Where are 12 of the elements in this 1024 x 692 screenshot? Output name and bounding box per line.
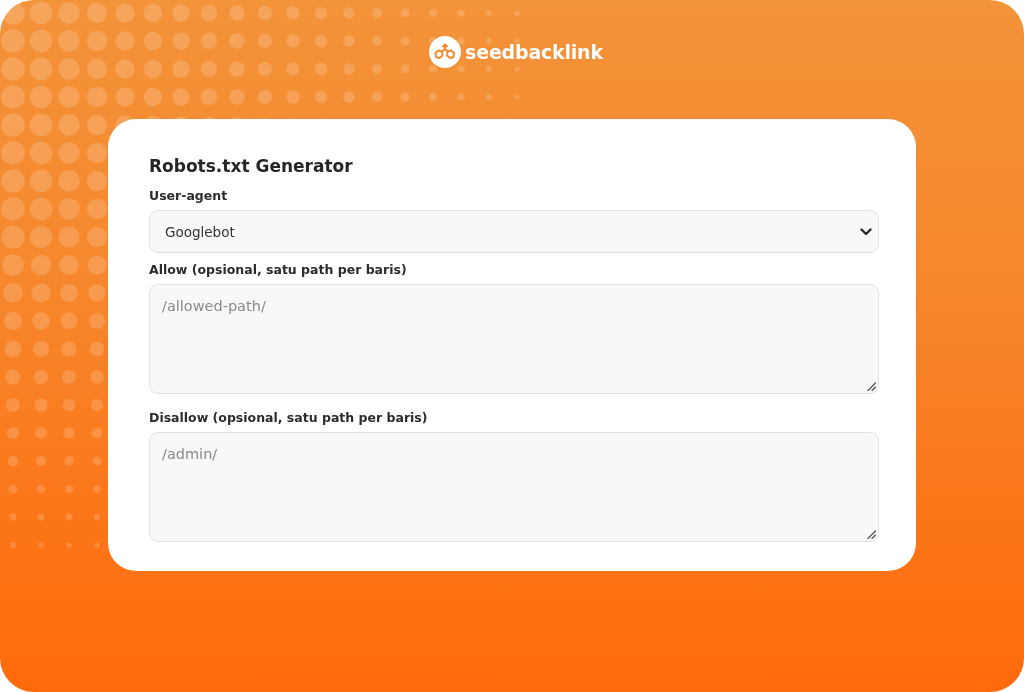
chevron-down-icon (860, 227, 872, 236)
resize-handle-icon (867, 530, 876, 539)
card-title: Robots.txt Generator (149, 155, 354, 177)
hexagon-logo-icon (429, 36, 462, 68)
select-field[interactable]: Googlebot (149, 210, 879, 253)
logo-text: seedbacklink (465, 40, 603, 64)
resize-handle-icon (867, 382, 876, 391)
textarea-field[interactable]: /allowed-path/ (149, 284, 879, 394)
textarea-field[interactable]: /admin/ (149, 432, 879, 542)
field-label: User-agent (149, 188, 229, 204)
field-label: Allow (opsional, satu path per baris) (149, 262, 408, 278)
field-label: Disallow (opsional, satu path per baris) (149, 410, 429, 426)
